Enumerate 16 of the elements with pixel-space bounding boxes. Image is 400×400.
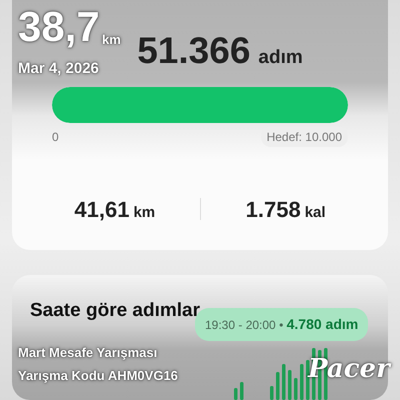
challenge-code: Yarışma Kodu AHM0VG16 — [18, 367, 178, 385]
stat-value: 41,61 — [74, 196, 130, 224]
challenge-name: Mart Mesafe Yarışması — [18, 344, 158, 362]
step-unit: adım — [258, 46, 303, 70]
date-label: Mar 4, 2026 — [18, 59, 99, 79]
tooltip-time: 19:30 - 20:00 — [205, 318, 276, 332]
distance-value: 38,7 — [18, 6, 100, 48]
tooltip-separator: • — [279, 318, 284, 332]
stat-value: 1.758 — [246, 196, 301, 224]
stat-unit: km — [133, 202, 156, 222]
tooltip-value: 4.780 adım — [286, 316, 358, 332]
stat-unit: kal — [304, 202, 326, 222]
hourly-title: Saate göre adımlar — [30, 299, 200, 323]
step-count: 51.366 — [137, 32, 250, 69]
distance-unit: km — [102, 31, 121, 49]
range-min-label: 0 — [52, 128, 59, 146]
